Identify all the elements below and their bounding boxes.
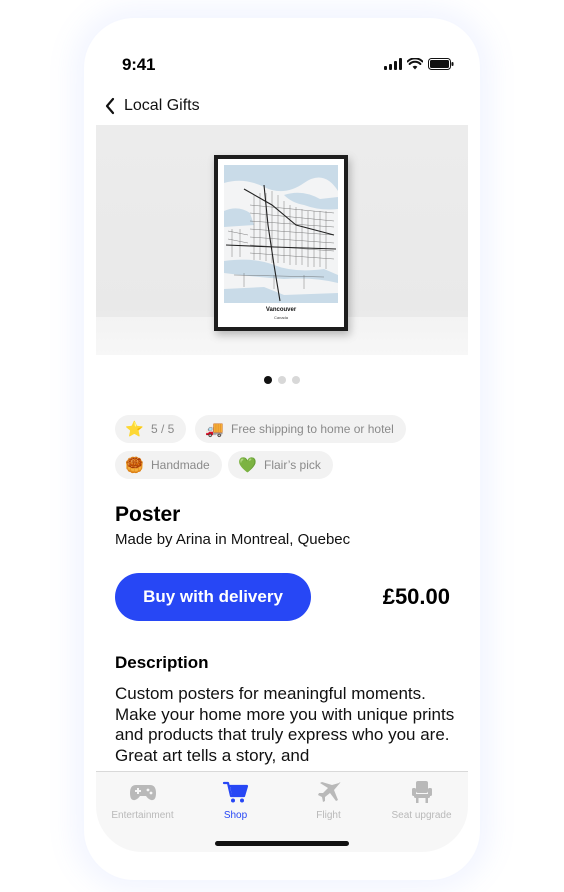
tab-shop-label: Shop: [223, 810, 248, 821]
rating-chip-label: 5 / 5: [151, 422, 175, 436]
gamepad-icon: [129, 785, 156, 801]
signal-icon: [384, 58, 402, 70]
carousel-dot-1[interactable]: [264, 376, 272, 384]
product-price: £50.00: [382, 584, 450, 609]
handmade-chip-label: Handmade: [151, 458, 210, 472]
carousel-dot-3[interactable]: [292, 376, 300, 384]
status-icons: [384, 58, 454, 70]
tab-flight[interactable]: Flight: [282, 780, 375, 821]
flairs-pick-chip: 💚 Flair’s pick: [228, 451, 333, 479]
carousel-dots: [96, 376, 468, 384]
tab-bar: Entertainment Shop Flight Seat upgrade: [96, 771, 468, 852]
flairs-pick-chip-label: Flair’s pick: [264, 458, 321, 472]
poster-map: Vancouver Canada: [218, 159, 344, 327]
map-illustration: [224, 165, 338, 303]
tab-flight-label: Flight: [316, 810, 341, 821]
product-image-carousel[interactable]: Vancouver Canada: [96, 125, 468, 355]
poster-subtitle: Canada: [273, 315, 288, 320]
product-title: Poster: [115, 503, 181, 526]
carousel-dot-2[interactable]: [278, 376, 286, 384]
airplane-icon: [317, 782, 340, 802]
tab-seat-upgrade[interactable]: Seat upgrade: [375, 780, 468, 821]
chevron-left-icon: [105, 97, 115, 115]
shipping-chip: 🚚 Free shipping to home or hotel: [195, 415, 406, 443]
handmade-icon: 🥮: [125, 456, 144, 474]
home-indicator[interactable]: [215, 841, 349, 846]
wifi-icon: [407, 58, 423, 70]
phone-screen: 9:41 Local Gifts Vancouver Canada ⭐ 5 / …: [96, 40, 468, 852]
back-label: Local Gifts: [124, 97, 200, 114]
description-text: Custom posters for meaningful moments. M…: [115, 684, 455, 765]
seat-icon: [411, 781, 432, 803]
handmade-chip: 🥮 Handmade: [115, 451, 222, 479]
truck-icon: 🚚: [205, 420, 224, 438]
poster-title: Vancouver: [265, 307, 297, 313]
back-button[interactable]: Local Gifts: [104, 94, 200, 118]
tab-seat-upgrade-label: Seat upgrade: [391, 810, 452, 821]
green-heart-icon: 💚: [238, 456, 257, 474]
rating-chip: ⭐ 5 / 5: [115, 415, 187, 443]
poster-frame: Vancouver Canada: [214, 155, 348, 331]
tab-shop[interactable]: Shop: [189, 780, 282, 821]
buy-with-delivery-button[interactable]: Buy with delivery: [115, 573, 311, 621]
tab-entertainment[interactable]: Entertainment: [96, 780, 189, 821]
status-bar: 9:41: [96, 40, 468, 88]
description-heading: Description: [115, 653, 209, 672]
tab-entertainment-label: Entertainment: [111, 810, 174, 821]
battery-icon: [428, 58, 454, 70]
cart-icon: [222, 781, 248, 803]
product-maker: Made by Arina in Montreal, Quebec: [115, 531, 351, 548]
shipping-chip-label: Free shipping to home or hotel: [231, 422, 394, 436]
star-icon: ⭐: [125, 420, 144, 438]
status-time: 9:41: [122, 55, 156, 74]
